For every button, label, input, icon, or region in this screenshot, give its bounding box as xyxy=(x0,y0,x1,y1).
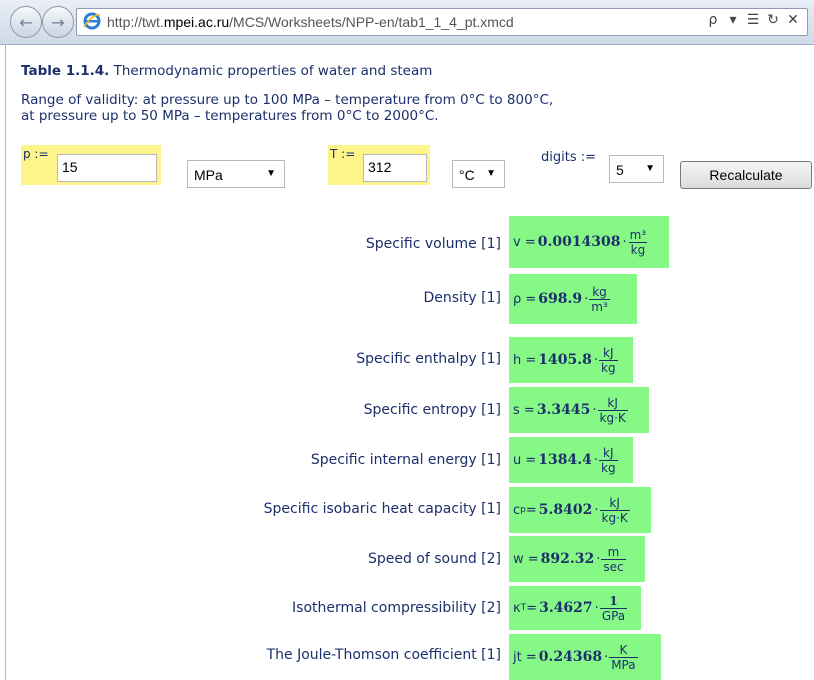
pressure-unit-value: MPa xyxy=(194,167,223,183)
property-label-specific-volume: Specific volume [1] xyxy=(365,236,501,252)
range-line-2: at pressure up to 50 MPa – temperatures … xyxy=(21,108,439,124)
result-specific-enthalpy: h = 1405.8 · kJ kg xyxy=(509,337,633,383)
pressure-unit-select[interactable]: MPa ▼ xyxy=(187,160,285,188)
url-text: http://twt.mpei.ac.ru/MCS/Worksheets/NPP… xyxy=(107,14,514,30)
property-label-specific-enthalpy: Specific enthalpy [1] xyxy=(356,351,501,367)
temperature-unit-value: °C xyxy=(459,167,475,183)
temperature-unit-select[interactable]: °C ▼ xyxy=(452,160,505,188)
p-label: p := xyxy=(23,147,49,161)
forward-arrow-icon: → xyxy=(51,12,65,32)
address-bar[interactable]: http://twt.mpei.ac.ru/MCS/Worksheets/NPP… xyxy=(76,8,808,36)
refresh-icon[interactable]: ↻ xyxy=(765,12,781,28)
compat-view-icon[interactable]: ☰ xyxy=(745,12,761,28)
page-title: Table 1.1.4. Thermodynamic properties of… xyxy=(21,63,433,79)
digits-label: digits := xyxy=(541,150,597,165)
pressure-input[interactable]: 15 xyxy=(57,154,157,182)
page-border xyxy=(5,44,6,680)
result-specific-entropy: s = 3.3445 · kJ kg·K xyxy=(509,387,649,433)
property-label-isothermal-compressibility: Isothermal compressibility [2] xyxy=(292,600,501,616)
property-label-density: Density [1] xyxy=(423,290,501,306)
property-label-joule-thomson: The Joule-Thomson coefficient [1] xyxy=(266,647,501,663)
digits-value: 5 xyxy=(616,162,624,178)
dropdown-icon[interactable]: ▾ xyxy=(725,12,741,28)
result-joule-thomson: jt = 0.24368 · K MPa xyxy=(509,634,661,680)
back-arrow-icon: ← xyxy=(19,12,33,32)
property-label-speed-of-sound: Speed of sound [2] xyxy=(367,551,501,567)
T-label: T := xyxy=(330,147,356,161)
address-tools: ρ ▾ ☰ ↻ ✕ xyxy=(705,12,801,28)
back-button[interactable]: ← xyxy=(10,6,42,38)
property-label-specific-entropy: Specific entropy [1] xyxy=(363,402,501,418)
result-specific-volume: v = 0.0014308 · m³ kg xyxy=(509,216,669,268)
forward-button[interactable]: → xyxy=(42,6,74,38)
chevron-down-icon: ▼ xyxy=(645,163,655,174)
result-speed-of-sound: w = 892.32 · m sec xyxy=(509,536,645,582)
temperature-input[interactable]: 312 xyxy=(363,154,427,182)
result-heat-capacity: cp = 5.8402 · kJ kg·K xyxy=(509,487,651,533)
property-label-specific-internal-energy: Specific internal energy [1] xyxy=(310,452,501,468)
ie-logo-icon xyxy=(83,12,101,30)
result-density: ρ = 698.9 · kg m³ xyxy=(509,274,637,324)
validity-range-text: Range of validity: at pressure up to 100… xyxy=(21,92,553,124)
recalculate-button[interactable]: Recalculate xyxy=(680,161,812,189)
digits-select[interactable]: 5 ▼ xyxy=(609,155,664,183)
result-isothermal-compressibility: κT = 3.4627 · 1 GPa xyxy=(509,586,641,630)
browser-toolbar: ← → http://twt.mpei.ac.ru/MCS/Worksheets… xyxy=(0,0,814,45)
result-specific-internal-energy: u = 1384.4 · kJ kg xyxy=(509,437,633,483)
close-icon[interactable]: ✕ xyxy=(785,12,801,28)
chevron-down-icon: ▼ xyxy=(486,168,496,179)
chevron-down-icon: ▼ xyxy=(266,168,276,179)
search-icon[interactable]: ρ xyxy=(705,12,721,28)
range-line-1: Range of validity: at pressure up to 100… xyxy=(21,92,554,108)
property-label-heat-capacity: Specific isobaric heat capacity [1] xyxy=(263,501,501,517)
